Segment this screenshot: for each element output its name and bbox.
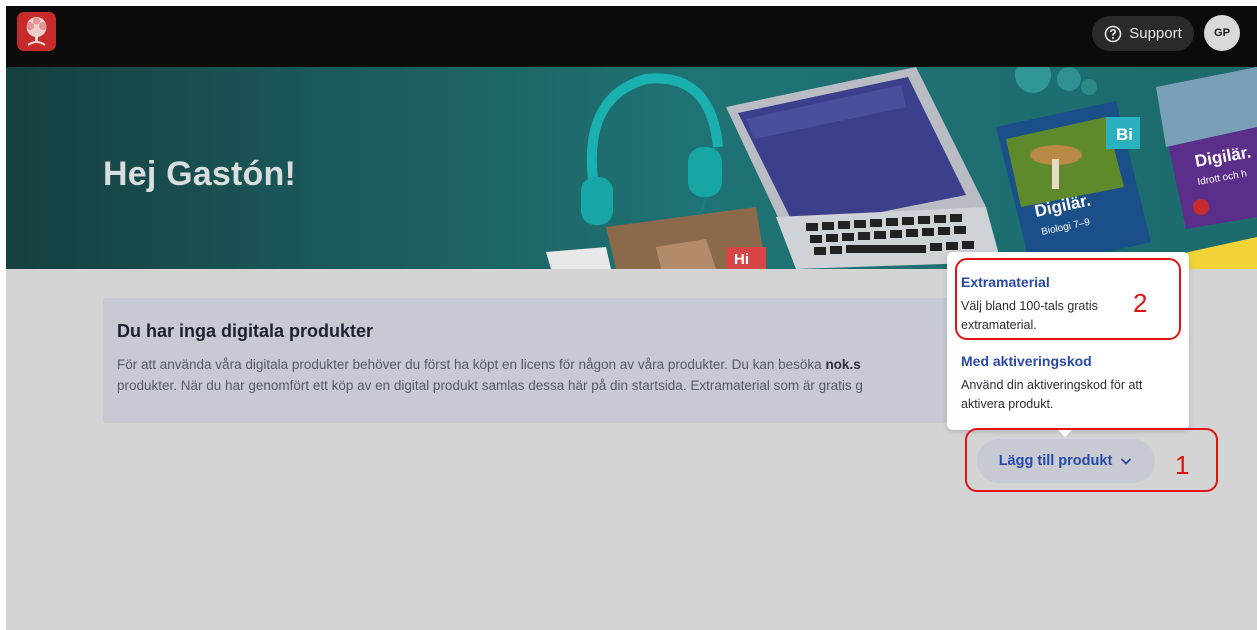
notice-title: Du har inga digitala produkter xyxy=(117,321,374,341)
svg-text:Hi: Hi xyxy=(734,251,749,268)
svg-text:Bi: Bi xyxy=(1116,125,1133,144)
hero-banner: Bi Digilär. Biologi 7–9 Digilär. Idrott … xyxy=(6,67,1257,269)
annotation-number-1: 1 xyxy=(1175,450,1190,480)
activation-code-description: Använd din aktiveringskod för att aktive… xyxy=(961,378,1143,411)
notice-text-line2: produkter. När du har genomfört ett köp … xyxy=(117,378,863,393)
question-circle-icon xyxy=(1104,25,1122,42)
support-button[interactable]: Support xyxy=(1092,16,1194,51)
support-label: Support xyxy=(1129,25,1182,42)
tree-logo-icon[interactable] xyxy=(17,12,56,51)
nok-link[interactable]: nok.s xyxy=(825,357,860,372)
app-window: Support GP Bi Digilär. Biologi 7–9 Digil… xyxy=(6,6,1257,630)
notice-text-line1: För att använda våra digitala produkter … xyxy=(117,357,826,372)
top-bar: Support GP xyxy=(6,6,1257,67)
avatar[interactable]: GP xyxy=(1204,15,1240,51)
activation-code-title[interactable]: Med aktiveringskod xyxy=(961,353,1092,369)
greeting-heading: Hej Gastón! xyxy=(103,155,297,193)
empty-state-notice: Du har inga digitala produkter För att a… xyxy=(103,298,953,423)
annotation-number-2: 2 xyxy=(1133,288,1148,318)
